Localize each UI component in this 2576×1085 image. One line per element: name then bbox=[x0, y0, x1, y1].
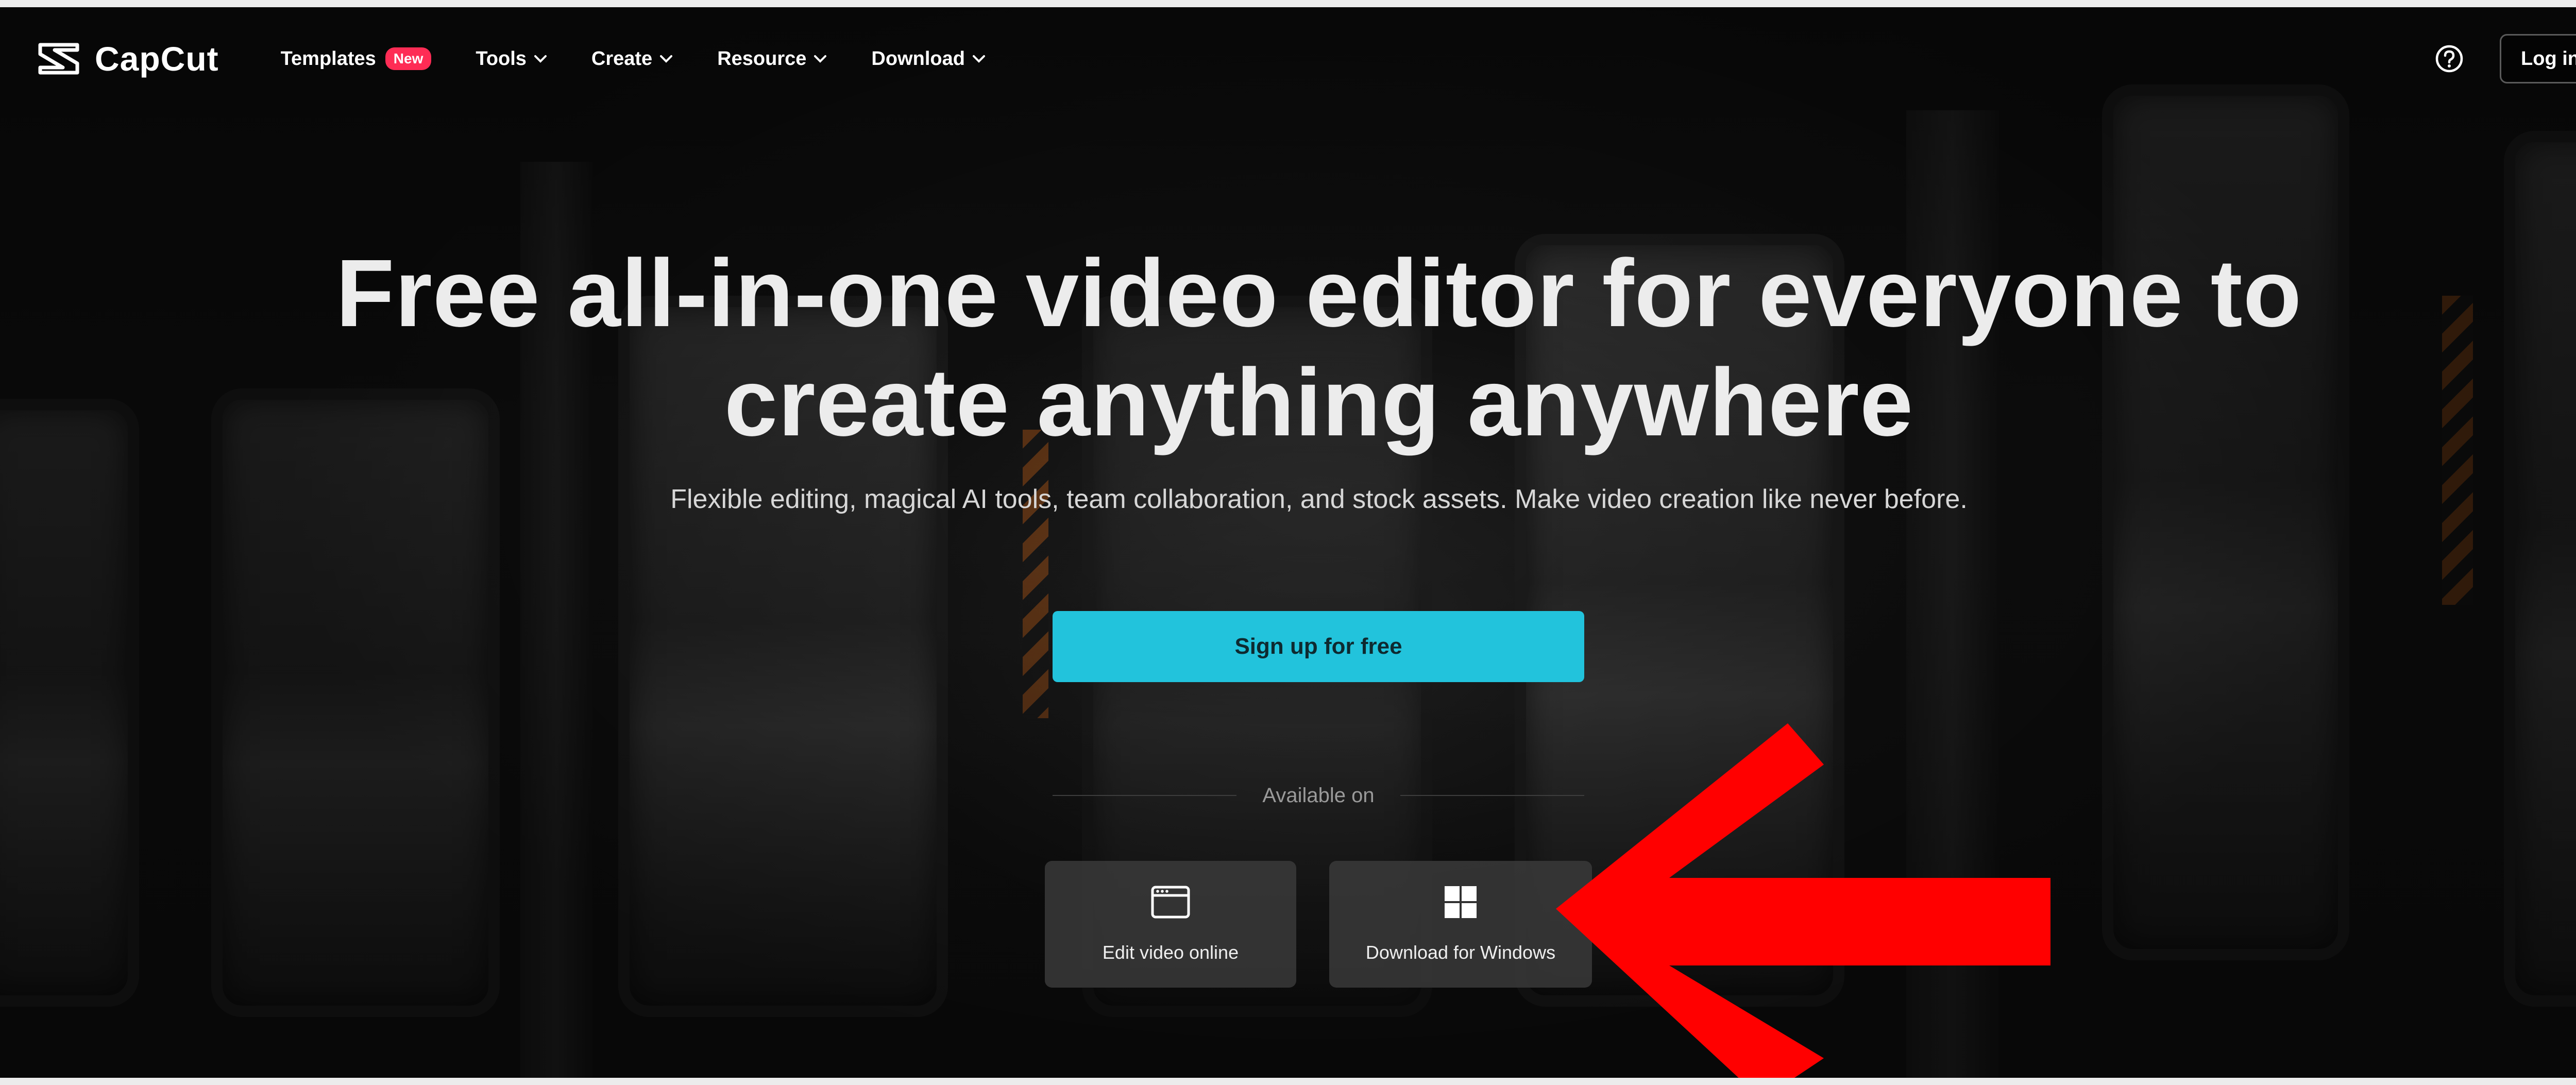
site-header: CapCut Templates New Tools Create Resour… bbox=[0, 7, 2576, 110]
question-circle-icon[interactable] bbox=[2435, 44, 2464, 73]
page-frame: CapCut Templates New Tools Create Resour… bbox=[0, 7, 2576, 1078]
nav-item-label: Download bbox=[871, 47, 965, 70]
hero-title-line-2: create anything anywhere bbox=[724, 349, 1914, 456]
hero-title-line-1: Free all-in-one video editor for everyon… bbox=[335, 240, 2302, 347]
nav-item-label: Templates bbox=[280, 47, 376, 70]
nav-item-templates[interactable]: Templates New bbox=[281, 47, 432, 70]
header-actions: Log in bbox=[2435, 34, 2576, 83]
brand-name: CapCut bbox=[95, 40, 219, 78]
hero-title: Free all-in-one video editor for everyon… bbox=[0, 239, 2576, 457]
sign-up-button[interactable]: Sign up for free bbox=[1053, 611, 1584, 682]
divider-line bbox=[1053, 795, 1237, 796]
nav-item-create[interactable]: Create bbox=[591, 48, 673, 70]
windows-logo-icon bbox=[1444, 885, 1478, 919]
bottom-border bbox=[0, 1078, 2576, 1085]
download-for-windows-button[interactable]: Download for Windows bbox=[1329, 861, 1592, 988]
chevron-down-icon bbox=[814, 54, 827, 63]
login-button[interactable]: Log in bbox=[2500, 34, 2576, 83]
chevron-down-icon bbox=[534, 54, 547, 63]
available-on-label: Available on bbox=[1262, 784, 1375, 807]
red-arrow-left-icon bbox=[1556, 723, 2061, 1078]
new-badge: New bbox=[385, 47, 432, 70]
nav-item-label: Tools bbox=[476, 47, 527, 70]
capcut-logo-icon bbox=[37, 43, 80, 75]
edit-video-online-button[interactable]: Edit video online bbox=[1045, 861, 1296, 988]
available-on-divider: Available on bbox=[1053, 780, 1584, 811]
nav-item-download[interactable]: Download bbox=[871, 48, 986, 70]
browser-window-icon bbox=[1150, 885, 1191, 919]
nav-item-resource[interactable]: Resource bbox=[717, 48, 827, 70]
hero-subtitle: Flexible editing, magical AI tools, team… bbox=[670, 484, 1968, 514]
main-nav: Templates New Tools Create Resource Down… bbox=[281, 47, 986, 70]
platform-label: Download for Windows bbox=[1365, 942, 1556, 963]
nav-item-label: Resource bbox=[717, 47, 807, 70]
capcut-logo[interactable]: CapCut bbox=[37, 39, 219, 78]
nav-item-label: Create bbox=[591, 47, 653, 70]
nav-item-tools[interactable]: Tools bbox=[476, 48, 547, 70]
platform-label: Edit video online bbox=[1102, 942, 1239, 963]
chevron-down-icon bbox=[972, 54, 986, 63]
chevron-down-icon bbox=[659, 54, 673, 63]
